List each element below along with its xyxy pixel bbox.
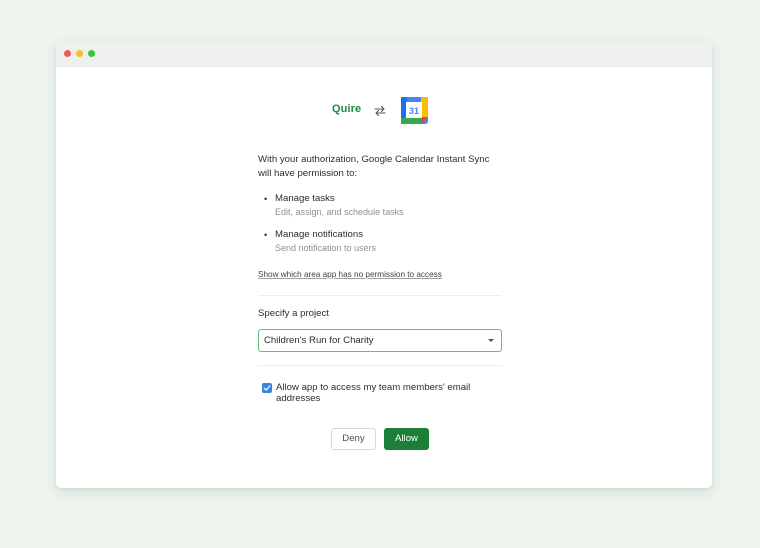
authorization-panel: With your authorization, Google Calendar… xyxy=(258,153,502,450)
project-label: Specify a project xyxy=(258,308,329,319)
permission-title: Manage notifications xyxy=(275,229,363,240)
permission-title: Manage tasks xyxy=(275,193,335,204)
close-window-button[interactable] xyxy=(64,50,71,57)
browser-window: Quire 31 With your authorization, Google… xyxy=(56,41,712,488)
window-titlebar xyxy=(56,41,712,67)
authorization-intro: With your authorization, Google Calendar… xyxy=(258,154,490,179)
google-calendar-icon: 31 xyxy=(401,97,428,124)
project-select[interactable]: Children's Run for Charity xyxy=(258,329,502,352)
permission-item: • Manage tasks Edit, assign, and schedul… xyxy=(258,192,502,219)
calendar-day-number: 31 xyxy=(409,106,419,116)
deny-button[interactable]: Deny xyxy=(331,428,376,450)
checkmark-icon xyxy=(263,385,271,391)
divider xyxy=(258,365,502,366)
allow-button[interactable]: Allow xyxy=(384,428,429,450)
permission-item: • Manage notifications Send notification… xyxy=(258,228,502,255)
permission-list: • Manage tasks Edit, assign, and schedul… xyxy=(258,192,502,255)
project-select-value: Children's Run for Charity xyxy=(264,335,374,346)
swap-arrows-icon xyxy=(374,105,386,117)
action-buttons: Deny Allow xyxy=(258,428,502,450)
show-no-permission-link[interactable]: Show which area app has no permission to… xyxy=(258,270,442,279)
divider xyxy=(258,295,502,296)
bullet-icon: • xyxy=(264,194,268,204)
permission-description: Edit, assign, and schedule tasks xyxy=(275,207,404,217)
email-access-checkbox[interactable] xyxy=(262,383,272,393)
permission-description: Send notification to users xyxy=(275,243,377,253)
chevron-down-icon xyxy=(488,339,494,342)
minimize-window-button[interactable] xyxy=(76,50,83,57)
bullet-icon: • xyxy=(264,230,268,240)
email-access-option: Allow app to access my team members' ema… xyxy=(258,382,502,404)
email-access-label[interactable]: Allow app to access my team members' ema… xyxy=(276,382,486,404)
quire-logo: Quire xyxy=(332,103,362,115)
zoom-window-button[interactable] xyxy=(88,50,95,57)
app-logos: Quire 31 xyxy=(56,97,712,125)
